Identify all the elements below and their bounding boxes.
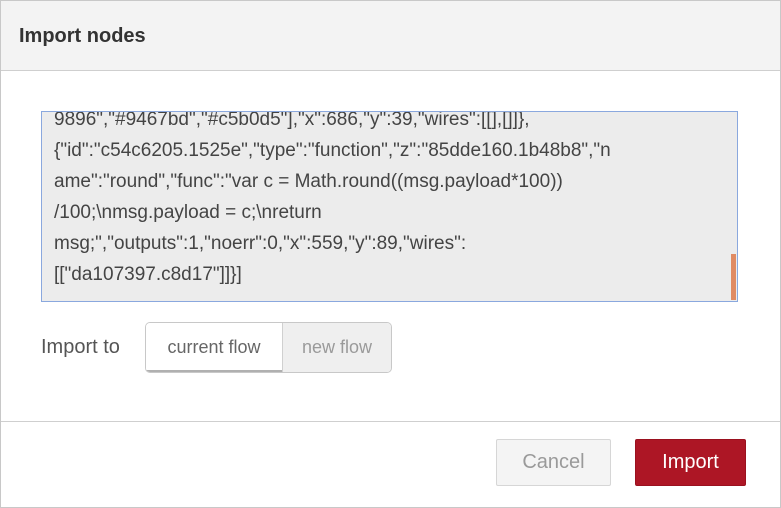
import-target-toggle: current flow new flow (145, 322, 392, 373)
code-line: /100;\nmsg.payload = c;\nreturn (54, 202, 322, 223)
code-line: {"id":"c54c6205.1525e","type":"function"… (54, 140, 611, 161)
new-flow-button[interactable]: new flow (283, 323, 391, 372)
import-nodes-dialog: Import nodes 9896","#9467bd","#c5b0d5"],… (0, 0, 781, 508)
dialog-header: Import nodes (1, 1, 780, 71)
code-line: [["da107397.c8d17"]]}] (54, 264, 242, 285)
code-line: ame":"round","func":"var c = Math.round(… (54, 171, 563, 192)
import-json-textarea[interactable]: 9896","#9467bd","#c5b0d5"],"x":686,"y":3… (41, 111, 738, 302)
textarea-scrollbar[interactable] (731, 254, 736, 300)
footer-divider (1, 421, 780, 422)
import-button[interactable]: Import (635, 439, 746, 486)
code-line: 9896","#9467bd","#c5b0d5"],"x":686,"y":3… (54, 111, 530, 130)
import-json-content: 9896","#9467bd","#c5b0d5"],"x":686,"y":3… (54, 111, 716, 290)
code-line: msg;","outputs":1,"noerr":0,"x":559,"y":… (54, 233, 467, 254)
import-to-label: Import to (41, 336, 120, 358)
cancel-button[interactable]: Cancel (496, 439, 611, 486)
current-flow-button[interactable]: current flow (146, 323, 283, 372)
dialog-title: Import nodes (19, 25, 146, 47)
